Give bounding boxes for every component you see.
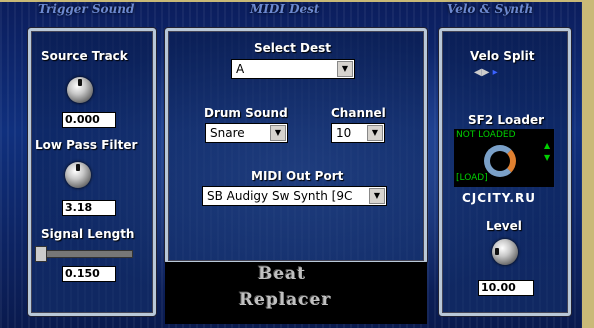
source-track-knob[interactable] — [67, 77, 93, 103]
low-pass-filter-label: Low Pass Filter — [35, 138, 138, 152]
signal-length-value[interactable]: 0.150 — [62, 266, 116, 282]
channel-value: 10 — [336, 126, 352, 140]
midi-out-port-value: SB Audigy Sw Synth [9C — [207, 189, 353, 203]
velo-split-arrows[interactable]: ◀▶ ▸ — [474, 67, 498, 78]
sf2-loader-box[interactable]: NOT LOADED ▲ ▼ [LOAD] — [454, 129, 554, 187]
sf2-down-icon[interactable]: ▼ — [544, 153, 550, 162]
chevron-down-icon[interactable]: ▼ — [369, 188, 385, 204]
sf2-load-button[interactable]: [LOAD] — [456, 173, 488, 183]
midi-out-port-label: MIDI Out Port — [251, 169, 344, 183]
header-velo-synth: Velo & Synth — [447, 2, 534, 16]
select-dest-dropdown[interactable]: A ▼ — [231, 59, 355, 79]
sf2-status: NOT LOADED — [456, 130, 516, 140]
select-dest-value: A — [236, 62, 245, 76]
source-track-value[interactable]: 0.000 — [62, 112, 116, 128]
drum-sound-value: Snare — [210, 126, 245, 140]
signal-length-slider[interactable] — [35, 250, 133, 258]
sf2-loader-label: SF2 Loader — [468, 113, 545, 127]
low-pass-filter-knob[interactable] — [65, 162, 91, 188]
signal-length-slider-thumb[interactable] — [35, 246, 47, 262]
right-frame-edge — [582, 0, 594, 328]
select-dest-label: Select Dest — [254, 41, 332, 55]
channel-label: Channel — [331, 106, 386, 120]
drum-sound-dropdown[interactable]: Snare ▼ — [205, 123, 288, 143]
arrow-right-icon[interactable]: ▸ — [489, 67, 498, 78]
header-midi-dest: MIDI Dest — [250, 2, 320, 16]
arrow-left-icon[interactable]: ◀▶ — [474, 67, 489, 78]
level-value[interactable]: 10.00 — [478, 280, 534, 296]
header-trigger-sound: Trigger Sound — [38, 2, 135, 16]
logo-line-2: Replacer — [239, 290, 332, 310]
watermark: CJCITY.RU — [462, 191, 536, 205]
chevron-down-icon[interactable]: ▼ — [367, 125, 383, 141]
chevron-down-icon[interactable]: ▼ — [337, 61, 353, 77]
velo-synth-panel: Velo Split ◀▶ ▸ SF2 Loader NOT LOADED ▲ … — [439, 28, 571, 316]
low-pass-filter-value[interactable]: 3.18 — [62, 200, 116, 216]
sf2-up-icon[interactable]: ▲ — [544, 141, 550, 150]
logo-line-1: Beat — [258, 264, 307, 284]
beat-replacer-logo: Beat Replacer — [165, 262, 427, 324]
midi-out-port-dropdown[interactable]: SB Audigy Sw Synth [9C ▼ — [202, 186, 387, 206]
sf2-logo-icon — [484, 145, 516, 177]
channel-dropdown[interactable]: 10 ▼ — [331, 123, 385, 143]
chevron-down-icon[interactable]: ▼ — [270, 125, 286, 141]
trigger-sound-panel: Source Track 0.000 Low Pass Filter 3.18 … — [28, 28, 156, 316]
level-knob[interactable] — [492, 239, 518, 265]
drum-sound-label: Drum Sound — [204, 106, 288, 120]
signal-length-label: Signal Length — [41, 227, 135, 241]
level-label: Level — [486, 219, 522, 233]
source-track-label: Source Track — [41, 49, 128, 63]
midi-dest-panel: Select Dest A ▼ Drum Sound Snare ▼ Chann… — [165, 28, 427, 264]
velo-split-label: Velo Split — [470, 49, 535, 63]
